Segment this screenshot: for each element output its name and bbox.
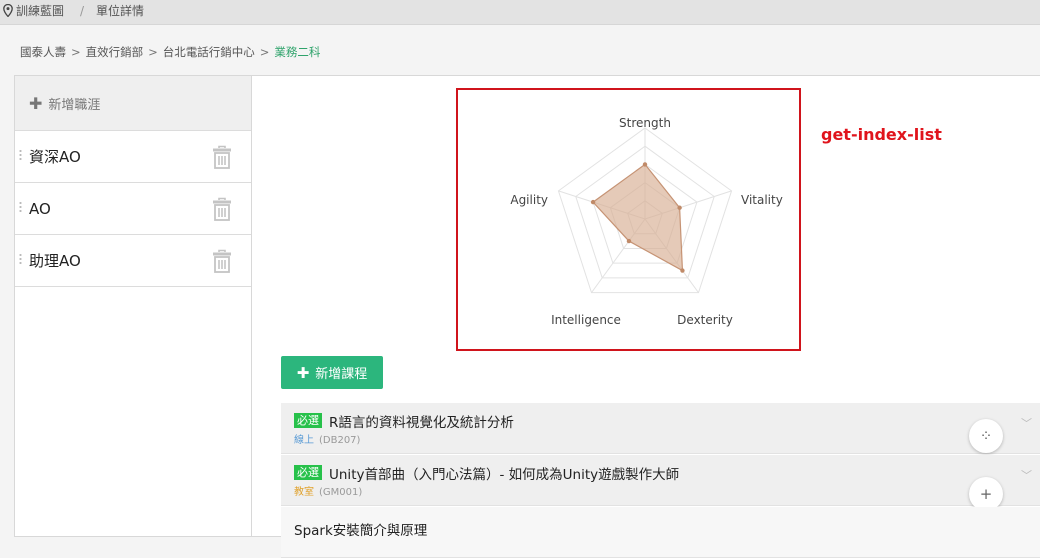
add-course-button[interactable]: ✚ 新增課程: [281, 356, 383, 389]
radar-series-area: [592, 163, 684, 272]
required-badge: 必選: [294, 465, 322, 480]
add-career-button[interactable]: ✚ 新增職涯: [15, 76, 251, 131]
role-label: 助理AO: [29, 252, 81, 270]
plus-icon: ✚: [29, 93, 43, 113]
role-label: AO: [29, 199, 51, 218]
chevron-down-icon[interactable]: ﹀: [1021, 415, 1032, 431]
course-code: (GM001): [319, 487, 363, 498]
chevron-right-icon: >: [71, 45, 81, 59]
breadcrumb-training-map[interactable]: 訓練藍圖: [16, 1, 64, 21]
main-panel: ✚ 新增職涯 資深AO AO 助理AO Strength Vitality Dext: [14, 75, 1040, 558]
course-title: Spark安裝簡介與原理: [294, 523, 428, 539]
drag-handle-icon[interactable]: [19, 149, 22, 161]
radar-data-point: [626, 238, 632, 244]
course-row[interactable]: 必選 Unity首部曲（入門心法篇）- 如何成為Unity遊戲製作大師 教室 (G…: [281, 455, 1040, 511]
radar-data-point: [677, 205, 682, 210]
chevron-right-icon: >: [148, 45, 158, 59]
add-course-label: 新增課程: [315, 367, 368, 382]
org-path-item[interactable]: 直效行銷部: [86, 44, 144, 60]
role-item[interactable]: AO: [15, 183, 251, 235]
course-title: Unity首部曲（入門心法篇）- 如何成為Unity遊戲製作大師: [329, 467, 680, 483]
org-path-item[interactable]: 國泰人壽: [20, 44, 66, 60]
course-mode: 線上: [294, 435, 314, 446]
plus-icon: ✚: [296, 363, 310, 382]
radar-axis-label: Vitality: [741, 193, 783, 207]
drag-handle-icon[interactable]: [19, 253, 22, 265]
trash-icon[interactable]: [212, 145, 232, 173]
add-career-label: 新增職涯: [48, 97, 101, 113]
role-label: 資深AO: [29, 148, 81, 166]
required-badge: 必選: [294, 413, 322, 428]
breadcrumb-separator: /: [80, 4, 85, 18]
role-item[interactable]: 助理AO: [15, 235, 251, 287]
radar-data-point: [642, 162, 648, 167]
radar-axis-label: Intelligence: [551, 313, 621, 327]
course-title: R語言的資料視覺化及統計分析: [329, 415, 514, 431]
org-path-current: 業務二科: [274, 45, 321, 59]
career-sidebar: ✚ 新增職涯 資深AO AO 助理AO: [15, 76, 252, 536]
trash-icon[interactable]: [212, 197, 232, 225]
chevron-down-icon[interactable]: ﹀: [1021, 467, 1032, 483]
course-code: (DB207): [319, 435, 361, 446]
radar-axis-label: Dexterity: [677, 313, 733, 327]
radar-axis-label: Agility: [510, 193, 548, 207]
role-item[interactable]: 資深AO: [15, 131, 251, 183]
radar-axis-label: Strength: [619, 116, 671, 130]
chevron-right-icon: >: [259, 45, 270, 59]
radar-data-point: [590, 199, 596, 205]
course-row[interactable]: 必選 R語言的資料視覺化及統計分析 線上 (DB207) ⁘ ﹀: [281, 403, 1040, 454]
breadcrumb-unit-detail: 單位詳情: [96, 4, 145, 18]
location-pin-icon: [3, 3, 13, 23]
radar-chart-container: Strength Vitality Dexterity Intelligence Agi…: [456, 88, 801, 351]
radar-data-point: [680, 268, 685, 273]
course-row[interactable]: Spark安裝簡介與原理: [281, 507, 1040, 558]
org-path-breadcrumb: 國泰人壽 > 直效行銷部 > 台北電話行銷中心 > 業務二科: [20, 44, 320, 60]
course-meta: 線上 (DB207): [294, 431, 360, 446]
top-breadcrumb-bar: 訓練藍圖 / 單位詳情: [0, 0, 1040, 25]
annotation-label: get-index-list: [821, 125, 942, 144]
trash-icon[interactable]: [212, 249, 232, 277]
collapse-icon[interactable]: ⁘: [969, 419, 1003, 453]
org-path-item[interactable]: 台北電話行銷中心: [163, 44, 255, 60]
radar-chart: Strength Vitality Dexterity Intelligence Agi…: [510, 116, 783, 327]
course-mode: 教室: [294, 487, 314, 498]
plus-icon[interactable]: +: [969, 477, 1003, 511]
course-meta: 教室 (GM001): [294, 483, 362, 498]
drag-handle-icon[interactable]: [19, 201, 22, 213]
